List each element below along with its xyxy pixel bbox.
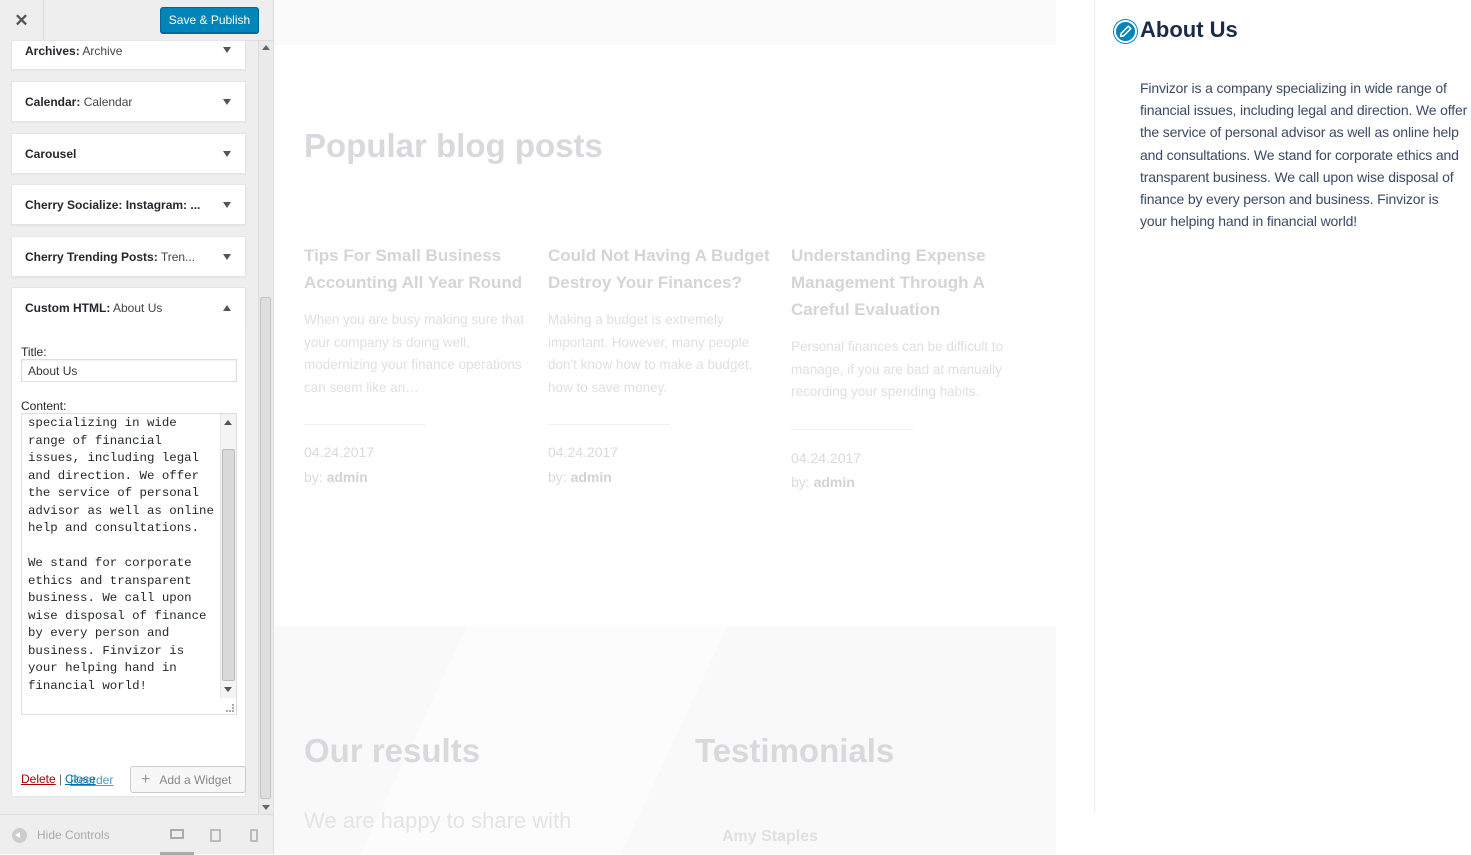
site-preview: Popular blog posts Tips For Small Busine… — [274, 0, 1094, 854]
title-label: Title: — [21, 345, 47, 359]
delete-widget-link[interactable]: Delete — [21, 772, 56, 786]
scroll-up-icon[interactable] — [224, 420, 232, 425]
hide-controls-button[interactable]: Hide Controls — [12, 815, 110, 855]
save-publish-button[interactable]: Save & Publish — [160, 7, 259, 33]
post-date: 04.24.2017 — [791, 450, 862, 466]
post-date: 04.24.2017 — [548, 444, 619, 460]
add-widget-button[interactable]: + Add a Widget — [130, 766, 246, 793]
scrollbar-thumb[interactable] — [260, 297, 271, 799]
widget-name: Custom HTML: — [25, 301, 111, 315]
link-separator: | — [59, 772, 63, 786]
chevron-down-icon[interactable] — [223, 202, 231, 208]
by-label: by: — [548, 469, 567, 485]
post-author: by: admin — [548, 469, 612, 485]
about-widget-title: About Us — [1140, 17, 1238, 42]
chevron-down-icon[interactable] — [223, 151, 231, 157]
post-excerpt: Making a budget is extremely important. … — [548, 312, 753, 395]
mobile-icon — [250, 828, 258, 842]
author-name[interactable]: admin — [814, 474, 855, 490]
post-divider — [304, 424, 426, 425]
post-title[interactable]: Could Not Having A Budget Destroy Your F… — [548, 242, 784, 296]
close-customizer-button[interactable]: ✕ — [0, 0, 44, 41]
post-excerpt: Personal finances can be difficult to ma… — [791, 339, 1004, 399]
desktop-icon — [170, 828, 184, 839]
chevron-up-icon[interactable] — [223, 305, 231, 311]
testimonial-name: Amy Staples — [722, 828, 819, 845]
scroll-up-icon[interactable] — [262, 45, 270, 50]
desktop-preview-button[interactable] — [160, 815, 194, 855]
customizer-header: ✕ Save & Publish — [0, 0, 273, 41]
customizer-footer: Hide Controls — [0, 814, 273, 855]
author-name[interactable]: admin — [571, 469, 612, 485]
widget-archives[interactable]: Archives: Archive — [11, 40, 246, 70]
custom-html-form: Title: Content: specializing in wide ran… — [11, 327, 246, 797]
widget-name: Carousel — [25, 147, 77, 161]
content-text[interactable]: specializing in wide range of financial … — [28, 415, 218, 695]
scroll-down-icon[interactable] — [224, 687, 232, 692]
widget-name: Cherry Socialize: Instagram: ... — [25, 198, 201, 212]
preview-header-band — [274, 0, 1056, 45]
mobile-preview-button[interactable] — [237, 815, 271, 855]
plus-icon: + — [141, 770, 151, 788]
widget-subtitle: Calendar — [83, 95, 133, 109]
widget-subtitle: Tren... — [160, 250, 196, 264]
popular-posts-heading: Popular blog posts — [304, 127, 603, 164]
pencil-icon — [1119, 25, 1132, 38]
tablet-icon — [209, 828, 221, 842]
hide-controls-label: Hide Controls — [37, 828, 110, 842]
scroll-down-icon[interactable] — [262, 805, 270, 810]
post-title[interactable]: Understanding Expense Management Through… — [791, 242, 1027, 323]
widget-cherry-socialize[interactable]: Cherry Socialize: Instagram: ... — [11, 184, 246, 225]
customizer-panel: ✕ Save & Publish Archives: Archive Calen… — [0, 0, 274, 855]
by-label: by: — [791, 474, 810, 490]
widget-subtitle: About Us — [113, 301, 163, 315]
post-divider — [548, 424, 670, 425]
results-heading: Our results — [304, 732, 481, 769]
resize-grip-icon[interactable] — [226, 704, 234, 712]
widget-calendar[interactable]: Calendar: Calendar — [11, 81, 246, 122]
post-excerpt: When you are busy making sure that your … — [304, 312, 524, 395]
widget-carousel[interactable]: Carousel — [11, 133, 246, 174]
content-label: Content: — [21, 399, 67, 413]
chevron-down-icon[interactable] — [223, 47, 231, 53]
sidebar-widget-area: About Us Finvizor is a company specializ… — [1094, 0, 1471, 812]
chevron-down-icon[interactable] — [223, 254, 231, 260]
textarea-scrollbar[interactable] — [220, 414, 236, 698]
testimonials-heading: Testimonials — [695, 732, 895, 769]
reorder-link[interactable]: Reorder — [70, 773, 113, 787]
post-title[interactable]: Tips For Small Business Accounting All Y… — [304, 242, 540, 296]
author-name[interactable]: admin — [327, 469, 368, 485]
post-date: 04.24.2017 — [304, 444, 375, 460]
chevron-down-icon[interactable] — [223, 99, 231, 105]
content-textarea[interactable]: specializing in wide range of financial … — [21, 413, 237, 715]
widget-subtitle: Archive — [82, 44, 123, 58]
widget-name: Calendar: — [25, 95, 81, 109]
about-widget-text: Finvizor is a company specializing in wi… — [1140, 80, 1468, 230]
edit-shortcut-icon[interactable] — [1114, 20, 1137, 43]
close-icon: ✕ — [14, 10, 29, 30]
tablet-preview-button[interactable] — [198, 815, 232, 855]
widget-custom-html[interactable]: Custom HTML: About Us — [11, 287, 246, 328]
scrollbar-thumb[interactable] — [222, 449, 235, 681]
post-author: by: admin — [304, 469, 368, 485]
results-text: We are happy to share with — [304, 808, 572, 833]
post-divider — [791, 429, 913, 430]
by-label: by: — [304, 469, 323, 485]
collapse-icon — [12, 827, 27, 843]
widget-name: Cherry Trending Posts: — [25, 250, 158, 264]
add-widget-label: Add a Widget — [159, 772, 232, 787]
widget-name: Archives: — [25, 44, 80, 58]
title-input[interactable] — [21, 359, 237, 382]
panel-scrollbar[interactable] — [258, 41, 272, 814]
widget-cherry-trending-posts[interactable]: Cherry Trending Posts: Tren... — [11, 236, 246, 277]
post-author: by: admin — [791, 474, 855, 490]
